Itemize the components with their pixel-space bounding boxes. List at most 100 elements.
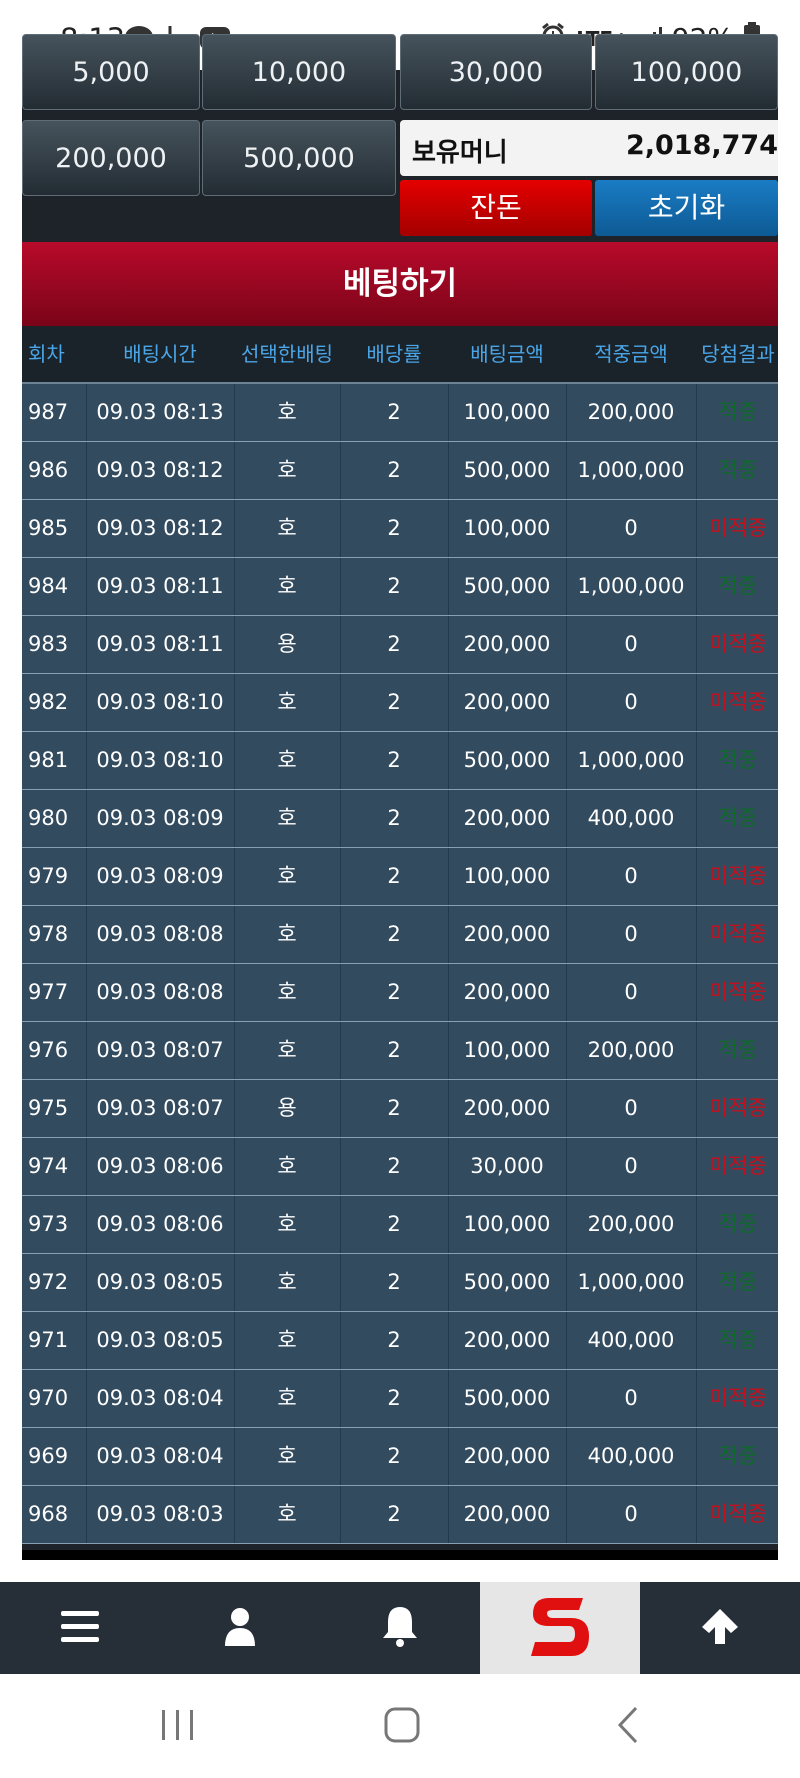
table-row: 970 09.03 08:04 호 2 500,000 0 미적중 [22,1370,778,1428]
cell-round: 980 [28,806,69,830]
table-row: 980 09.03 08:09 호 2 200,000 400,000 적중 [22,790,778,848]
column-divider [448,1370,449,1427]
column-divider [234,442,235,499]
cell-odds: 2 [387,1270,401,1294]
column-divider [234,1196,235,1253]
column-divider [86,1080,87,1137]
column-divider [696,1138,697,1195]
cell-result: 적중 [718,1212,758,1236]
back-button[interactable] [598,1704,658,1750]
cell-bet-time: 09.03 08:10 [96,690,224,714]
column-divider [448,964,449,1021]
cell-round: 987 [28,400,69,424]
cell-win-amount: 0 [624,1502,638,1526]
cell-win-amount: 0 [624,980,638,1004]
cell-win-amount: 400,000 [587,1444,675,1468]
cell-selected-bet: 호 [277,516,297,540]
table-row: 971 09.03 08:05 호 2 200,000 400,000 적중 [22,1312,778,1370]
column-divider [86,1196,87,1253]
cell-bet-amount: 200,000 [463,806,551,830]
column-divider [696,906,697,963]
cell-round: 979 [28,864,69,888]
column-divider [696,558,697,615]
column-divider [234,732,235,789]
table-row: 984 09.03 08:11 호 2 500,000 1,000,000 적중 [22,558,778,616]
bottom-nav [0,1582,800,1674]
column-divider [340,674,341,731]
cell-odds: 2 [387,806,401,830]
chip-30000[interactable]: 30,000 [400,34,592,110]
cell-bet-time: 09.03 08:11 [96,632,224,656]
user-button[interactable] [160,1582,320,1674]
chip-500000[interactable]: 500,000 [202,120,396,196]
cell-win-amount: 200,000 [587,400,675,424]
cell-round: 971 [28,1328,69,1352]
cell-odds: 2 [387,1502,401,1526]
column-divider [340,1370,341,1427]
cell-result: 적중 [718,1270,758,1294]
cell-odds: 2 [387,1096,401,1120]
col-round: 회차 [28,342,65,366]
column-divider [234,384,235,441]
cell-selected-bet: 호 [277,864,297,888]
scroll-top-button[interactable] [640,1582,800,1674]
cell-bet-amount: 200,000 [463,922,551,946]
cell-bet-amount: 100,000 [463,1038,551,1062]
change-button[interactable]: 잔돈 [400,180,592,236]
column-divider [448,1022,449,1079]
column-divider [86,384,87,441]
column-divider [696,674,697,731]
column-divider [448,1254,449,1311]
recents-button[interactable] [148,1704,208,1750]
cell-selected-bet: 호 [277,1502,297,1526]
cell-bet-time: 09.03 08:08 [96,980,224,1004]
column-divider [340,500,341,557]
home-button[interactable] [372,1704,432,1750]
column-divider [86,674,87,731]
notification-button[interactable] [320,1582,480,1674]
column-divider [234,1080,235,1137]
cell-round: 972 [28,1270,69,1294]
home-icon [383,1706,421,1748]
chip-200000[interactable]: 200,000 [22,120,200,196]
cell-odds: 2 [387,400,401,424]
cell-bet-amount: 100,000 [463,1212,551,1236]
column-divider [566,848,567,905]
column-divider [86,616,87,673]
column-divider [448,1312,449,1369]
column-divider [86,1138,87,1195]
menu-button[interactable] [0,1582,160,1674]
column-divider [340,1080,341,1137]
recents-icon [160,1708,196,1746]
place-bet-button[interactable]: 베팅하기 [22,242,778,326]
column-divider [340,1022,341,1079]
cell-round: 978 [28,922,69,946]
cell-result: 미적중 [709,1386,767,1410]
cell-selected-bet: 호 [277,574,297,598]
column-divider [340,1196,341,1253]
column-divider [566,1312,567,1369]
chip-5000[interactable]: 5,000 [22,34,200,110]
table-row: 969 09.03 08:04 호 2 200,000 400,000 적중 [22,1428,778,1486]
site-logo-button[interactable] [480,1582,640,1674]
column-divider [234,500,235,557]
cell-bet-time: 09.03 08:05 [96,1270,224,1294]
chip-10000[interactable]: 10,000 [202,34,396,110]
cell-result: 미적중 [709,690,767,714]
column-divider [234,1486,235,1543]
column-divider [448,1080,449,1137]
column-divider [566,500,567,557]
cell-bet-time: 09.03 08:09 [96,806,224,830]
column-divider [566,1370,567,1427]
reset-button[interactable]: 초기화 [595,180,778,236]
column-divider [566,384,567,441]
chip-100000[interactable]: 100,000 [595,34,778,110]
cell-bet-time: 09.03 08:09 [96,864,224,888]
column-divider [448,1428,449,1485]
cell-bet-amount: 100,000 [463,864,551,888]
cell-odds: 2 [387,574,401,598]
col-bet-time: 배팅시간 [123,342,197,366]
cell-selected-bet: 호 [277,1212,297,1236]
column-divider [86,964,87,1021]
cell-win-amount: 1,000,000 [577,748,685,772]
